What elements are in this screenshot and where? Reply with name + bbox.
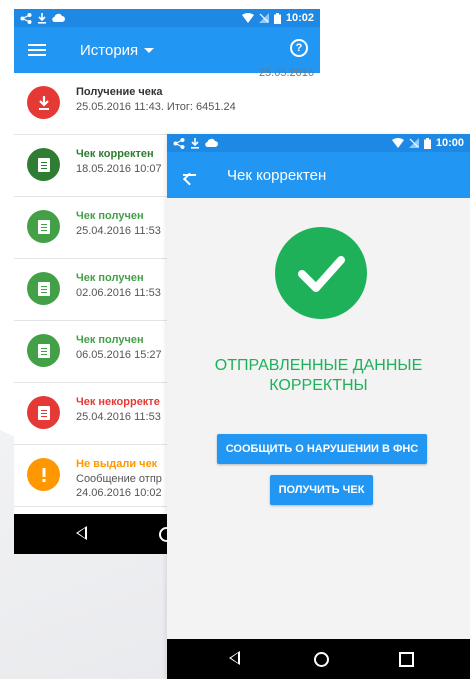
list-item-subtitle: 02.06.2016 11:53 <box>76 287 161 299</box>
list-item-title: Не выдали чек <box>76 458 158 470</box>
cloud-icon <box>52 13 65 23</box>
download-icon <box>27 86 60 119</box>
nav-back-icon[interactable] <box>76 526 87 540</box>
download-icon <box>38 12 46 24</box>
list-item-subtitle: 25.05.2016 11:43. Итог: 6451.24 <box>76 101 236 113</box>
nav-recent-apps-icon[interactable] <box>399 652 414 667</box>
list-item-header-date: 25.05.2016 <box>258 67 314 79</box>
list-item-subtitle: 25.04.2016 11:53 <box>76 225 161 237</box>
receipt-icon <box>27 334 60 367</box>
nav-back-icon[interactable] <box>229 651 240 665</box>
success-check-icon <box>275 227 367 319</box>
dropdown-arrow-icon <box>144 47 155 53</box>
help-icon[interactable]: ? <box>290 39 308 57</box>
nav-home-icon[interactable] <box>314 652 329 667</box>
list-item-date: 24.06.2016 10:02 <box>76 487 162 499</box>
share-icon <box>173 137 185 149</box>
receipt-icon <box>27 272 60 305</box>
list-item-title: Получение чека <box>76 86 163 98</box>
status-time: 10:02 <box>285 12 314 24</box>
list-item-subtitle: 06.05.2016 15:27 <box>76 349 162 361</box>
success-message-line1: ОТПРАВЛЕННЫЕ ДАННЫЕ <box>214 357 423 374</box>
list-item-subtitle: 25.04.2016 11:53 <box>76 411 161 423</box>
alert-icon <box>27 458 60 491</box>
list-item-subtitle: 18.05.2016 10:07 <box>76 163 162 175</box>
list-item-title: Чек некорректе <box>76 396 160 408</box>
report-violation-button[interactable]: СООБЩИТЬ О НАРУШЕНИИ В ФНС <box>217 434 427 464</box>
wifi-icon <box>241 13 254 23</box>
status-time: 10:00 <box>435 137 464 149</box>
list-item-title: Чек корректен <box>76 148 154 160</box>
no-signal-icon <box>258 13 269 23</box>
receipt-correct-screen: 10:00 Чек корректен ОТПРАВЛЕННЫЕ ДАННЫЕ … <box>167 134 470 679</box>
status-bar: 10:00 <box>167 134 470 152</box>
list-item-title: Чек получен <box>76 210 144 222</box>
no-signal-icon <box>408 138 419 148</box>
success-message: ОТПРАВЛЕННЫЕ ДАННЫЕ КОРРЕКТНЫ <box>167 356 470 396</box>
navigation-bar <box>167 639 470 679</box>
list-item-title: Чек получен <box>76 334 144 346</box>
back-arrow-icon[interactable] <box>181 167 197 183</box>
battery-icon <box>273 12 281 24</box>
receipt-icon <box>27 148 60 181</box>
list-item-subtitle: Сообщение отпр <box>76 473 162 485</box>
cloud-icon <box>205 138 218 148</box>
list-item-title: Чек получен <box>76 272 144 284</box>
wifi-icon <box>391 138 404 148</box>
app-bar: Чек корректен <box>167 152 470 198</box>
status-bar: 10:02 <box>14 9 320 27</box>
success-message-line2: КОРРЕКТНЫ <box>269 377 368 394</box>
page-title: История <box>80 41 139 59</box>
list-item[interactable]: Получение чека 25.05.2016 11:43. Итог: 64… <box>14 67 320 135</box>
history-dropdown[interactable]: История <box>80 41 155 59</box>
receipt-icon <box>27 210 60 243</box>
menu-icon[interactable] <box>28 39 50 61</box>
page-title: Чек корректен <box>227 166 327 184</box>
get-receipt-button[interactable]: ПОЛУЧИТЬ ЧЕК <box>270 475 373 505</box>
download-icon <box>191 137 199 149</box>
battery-icon <box>423 137 431 149</box>
receipt-icon <box>27 396 60 429</box>
share-icon <box>20 12 32 24</box>
